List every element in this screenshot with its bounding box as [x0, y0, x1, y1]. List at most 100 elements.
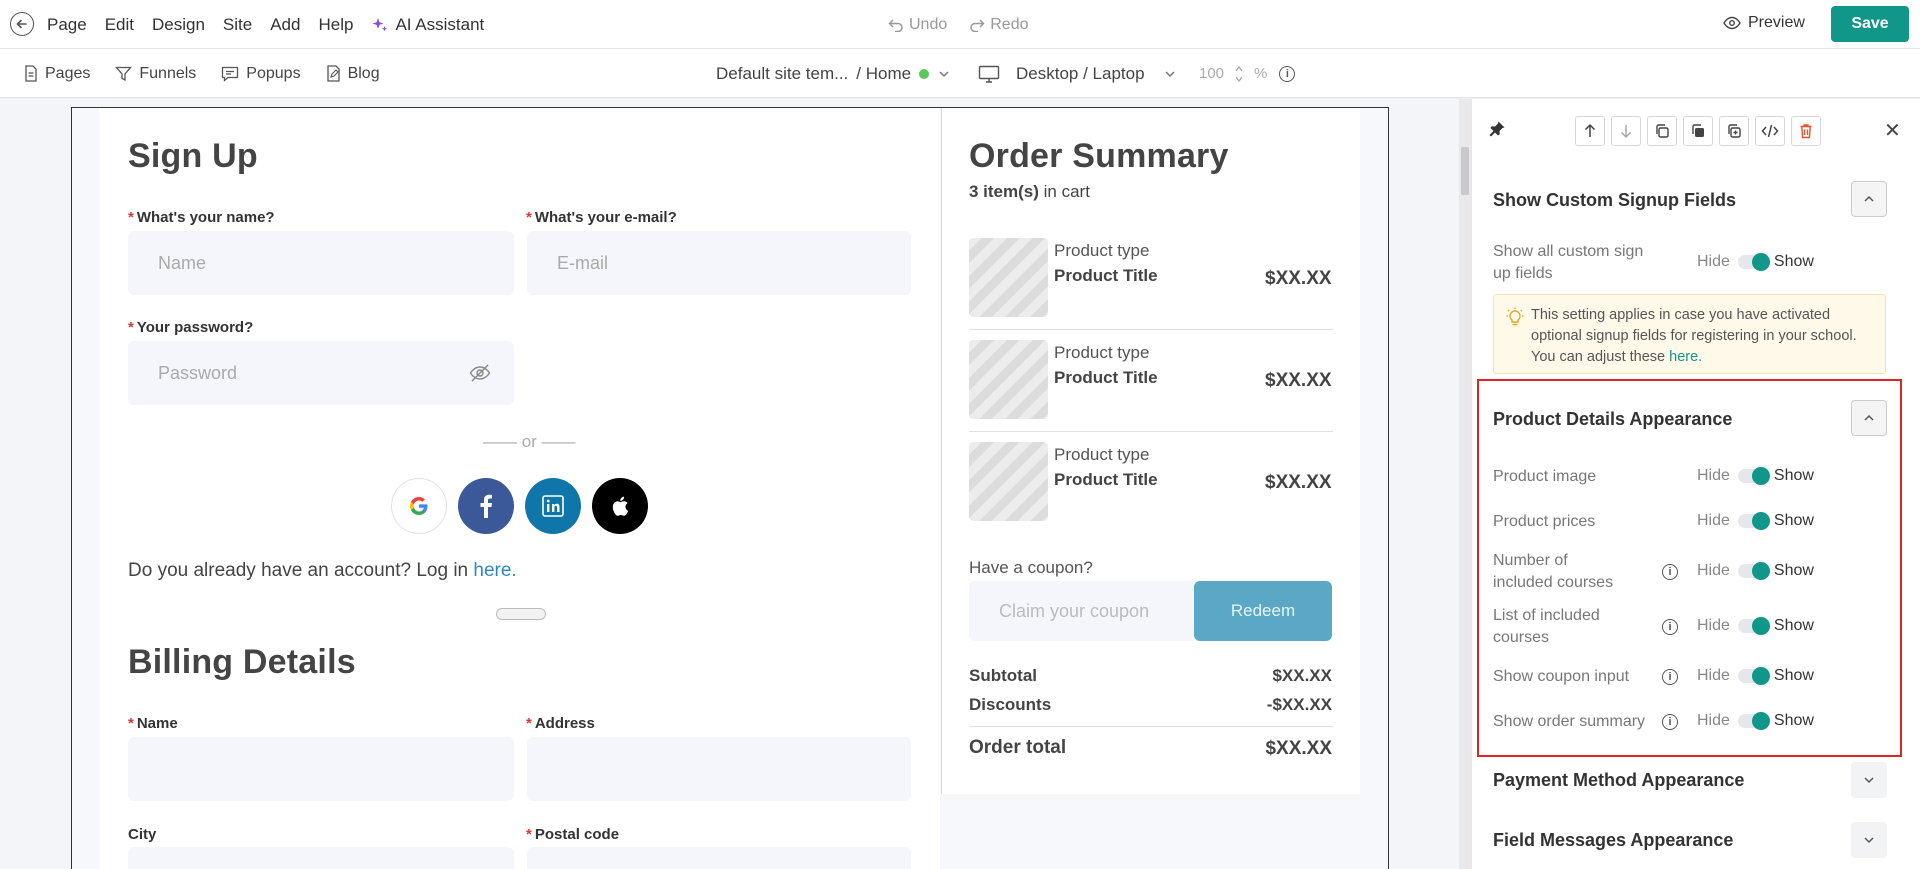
toggle-switch[interactable]	[1737, 712, 1770, 730]
product-title: Product Title	[1054, 368, 1158, 387]
collapse-button[interactable]	[1851, 400, 1887, 436]
move-down-button[interactable]	[1611, 116, 1641, 146]
facebook-icon	[480, 494, 492, 518]
info-icon[interactable]: i	[1662, 619, 1678, 635]
password-input[interactable]: Password	[128, 341, 514, 405]
info-icon[interactable]: i	[1279, 65, 1296, 82]
postal-code-input[interactable]	[527, 847, 911, 869]
login-prompt-text: Do you already have an account? Log in	[128, 560, 474, 581]
hide-label: Hide	[1697, 667, 1730, 684]
undo-button[interactable]: Undo	[888, 16, 947, 34]
pin-icon[interactable]	[1488, 120, 1506, 138]
discounts-label: Discounts	[969, 695, 1052, 714]
nav-pages[interactable]: Pages	[24, 65, 90, 83]
product-price: $XX.XX	[1265, 472, 1332, 493]
facebook-login-button[interactable]	[458, 478, 514, 534]
toggle-switch[interactable]	[1737, 617, 1770, 635]
zoom-control: 100 % i	[1195, 49, 1296, 98]
delete-button[interactable]	[1791, 116, 1821, 146]
save-block-button[interactable]	[1719, 116, 1749, 146]
scrollbar-thumb[interactable]	[1461, 147, 1469, 195]
canvas-scrollbar[interactable]	[1459, 99, 1471, 869]
blog-icon	[326, 65, 340, 82]
collapse-button[interactable]	[1851, 181, 1887, 217]
site-page-select[interactable]: Default site tem... / Home	[716, 49, 951, 98]
back-arrow-icon[interactable]	[10, 12, 34, 36]
section-drag-handle[interactable]	[496, 608, 546, 620]
name-input[interactable]: Name	[128, 231, 514, 295]
device-select[interactable]: Desktop / Laptop	[978, 49, 1177, 98]
toggle-switch[interactable]	[1737, 253, 1770, 271]
custom-signup-setting-label: Show all custom sign up fields	[1493, 243, 1644, 282]
toggle-switch[interactable]	[1737, 667, 1770, 685]
chevron-down-icon	[1864, 837, 1874, 844]
menu-site[interactable]: Site	[223, 15, 252, 35]
hide-label: Hide	[1697, 512, 1730, 529]
zoom-input[interactable]: 100	[1195, 61, 1230, 87]
nav-funnels[interactable]: Funnels	[115, 65, 196, 83]
custom-signup-toggle[interactable]: Hide Show	[1697, 253, 1814, 271]
show-label: Show	[1773, 253, 1814, 270]
redeem-button[interactable]: Redeem	[1194, 581, 1332, 641]
product-prices-toggle[interactable]: Hide Show	[1697, 512, 1814, 530]
menu-design[interactable]: Design	[152, 15, 205, 35]
hide-label: Hide	[1697, 253, 1730, 270]
billing-name-input[interactable]	[128, 737, 514, 801]
preview-button[interactable]: Preview	[1723, 14, 1805, 32]
order-summary-title: Order Summary	[969, 137, 1229, 175]
menu-help[interactable]: Help	[318, 15, 353, 35]
billing-name-label: * Name	[128, 715, 178, 732]
secondary-toolbar: Pages Funnels Popups Blog Default site t…	[0, 49, 1920, 98]
stepper-icon[interactable]	[1234, 63, 1244, 85]
toggle-switch[interactable]	[1737, 512, 1770, 530]
coupon-input[interactable]: Claim your coupon	[969, 581, 1194, 641]
ai-assistant-button[interactable]: AI Assistant	[371, 15, 502, 35]
city-input[interactable]	[128, 847, 514, 869]
copy-icon	[1656, 124, 1669, 138]
close-panel-icon[interactable]: ✕	[1884, 118, 1901, 143]
eye-slash-icon[interactable]	[469, 363, 491, 383]
nav-blog[interactable]: Blog	[326, 65, 380, 83]
duplicate-button[interactable]	[1647, 116, 1677, 146]
payment-method-section-title[interactable]: Payment Method Appearance	[1493, 770, 1744, 791]
product-image-toggle[interactable]: Hide Show	[1697, 467, 1814, 485]
info-icon[interactable]: i	[1662, 714, 1678, 730]
product-price: $XX.XX	[1265, 370, 1332, 391]
trash-icon	[1800, 124, 1812, 139]
included-courses-list-toggle[interactable]: Hide Show	[1697, 617, 1814, 635]
google-icon	[410, 497, 428, 515]
redo-button[interactable]: Redo	[969, 16, 1029, 34]
nav-popups[interactable]: Popups	[221, 65, 301, 83]
field-messages-section-title[interactable]: Field Messages Appearance	[1493, 830, 1733, 851]
copy-style-button[interactable]	[1683, 116, 1713, 146]
move-up-button[interactable]	[1575, 116, 1605, 146]
coupon-input-toggle[interactable]: Hide Show	[1697, 667, 1814, 685]
note-link[interactable]: here.	[1669, 349, 1702, 365]
code-button[interactable]	[1755, 116, 1785, 146]
toggle-switch[interactable]	[1737, 467, 1770, 485]
arrow-up-icon	[1584, 123, 1596, 137]
address-input[interactable]	[527, 737, 911, 801]
discounts-value: -$XX.XX	[1266, 695, 1332, 714]
password-label: * Your password?	[128, 319, 254, 336]
menu-page[interactable]: Page	[47, 15, 87, 35]
info-icon[interactable]: i	[1662, 564, 1678, 580]
product-image-placeholder	[969, 238, 1048, 317]
toggle-switch[interactable]	[1737, 562, 1770, 580]
linkedin-login-button[interactable]	[525, 478, 581, 534]
email-input[interactable]: E-mail	[527, 231, 911, 295]
order-summary-toggle[interactable]: Hide Show	[1697, 712, 1814, 730]
menu-add[interactable]: Add	[270, 15, 300, 35]
expand-button[interactable]	[1851, 822, 1887, 858]
menu-edit[interactable]: Edit	[105, 15, 134, 35]
google-login-button[interactable]	[391, 478, 447, 534]
included-courses-count-toggle[interactable]: Hide Show	[1697, 562, 1814, 580]
info-icon[interactable]: i	[1662, 669, 1678, 685]
chevron-up-icon	[1864, 195, 1874, 202]
coupon-input-setting-label: Show coupon input	[1493, 668, 1630, 685]
name-label-text: What's your name?	[136, 209, 275, 226]
save-button[interactable]: Save	[1831, 6, 1909, 42]
expand-button[interactable]	[1851, 762, 1887, 798]
login-link[interactable]: here.	[473, 560, 516, 581]
apple-login-button[interactable]	[592, 478, 648, 534]
